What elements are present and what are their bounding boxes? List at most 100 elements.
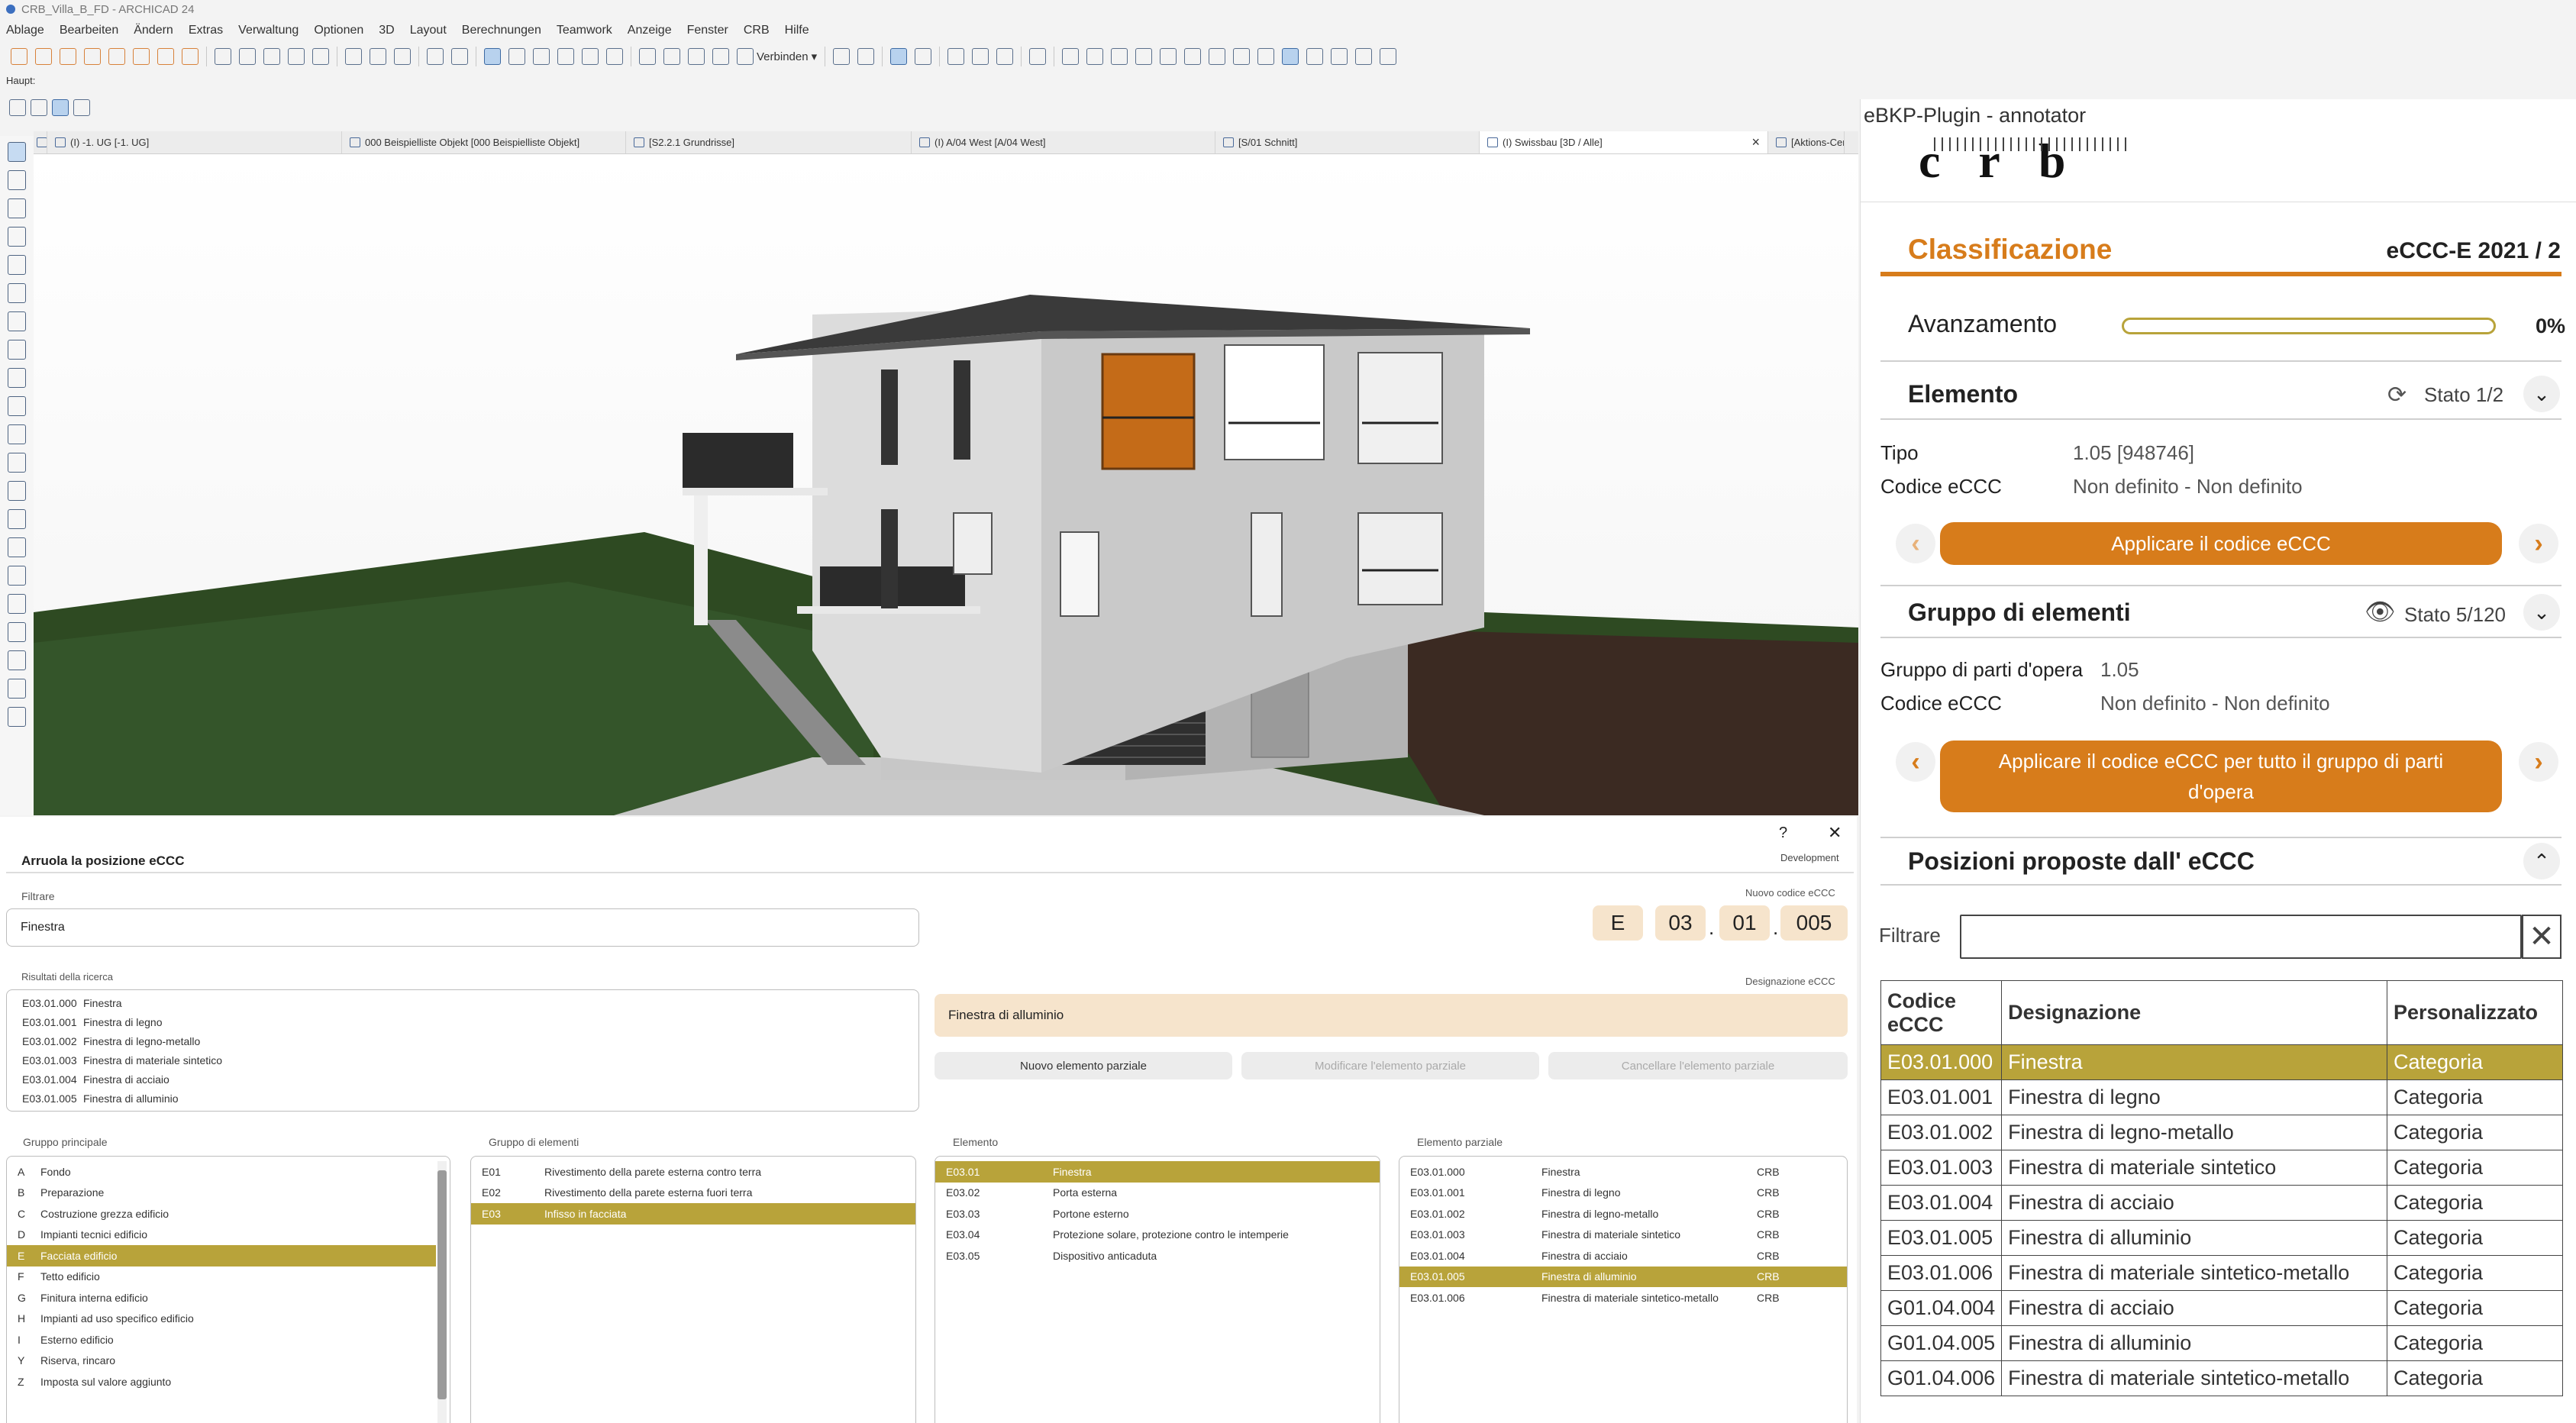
tab-grid[interactable]: [34, 131, 47, 153]
list-item[interactable]: E03.03 Portone esterno: [935, 1203, 1380, 1225]
list-item-selected[interactable]: E03 Infisso in facciata: [471, 1203, 915, 1225]
menu-fenster[interactable]: Fenster: [687, 24, 728, 37]
list-item[interactable]: E03.01.004 Finestra di acciaio: [22, 1070, 918, 1089]
stair-tool-icon[interactable]: [8, 340, 26, 360]
new-file-icon[interactable]: [215, 48, 231, 65]
flag-icon[interactable]: [972, 48, 989, 65]
adjust-icon[interactable]: [688, 48, 705, 65]
view-select-icon[interactable]: [890, 48, 908, 65]
list-item-selected[interactable]: E Facciata edificio: [7, 1245, 436, 1267]
pick-icon[interactable]: [582, 48, 599, 65]
scrollbar[interactable]: [437, 1161, 447, 1423]
trim-icon[interactable]: [639, 48, 656, 65]
list-item[interactable]: E03.01.004 Finestra di acciaio CRB: [1399, 1245, 1847, 1267]
shell-tool-icon[interactable]: [8, 396, 26, 416]
menu-layout[interactable]: Layout: [410, 24, 447, 37]
mesh-tool-icon[interactable]: [8, 594, 26, 614]
column-header-custom[interactable]: Personalizzato: [2387, 980, 2563, 1045]
menu-ablage[interactable]: Ablage: [6, 24, 44, 37]
proposed-filter-input[interactable]: [1960, 915, 2522, 959]
group-icon[interactable]: [833, 48, 851, 65]
list-item[interactable]: C Costruzione grezza edificio: [7, 1203, 450, 1225]
camera-icon[interactable]: [1306, 48, 1324, 65]
zoom-icon[interactable]: [1355, 48, 1373, 65]
code-part-group[interactable]: E: [1593, 905, 1643, 941]
column-tool-icon[interactable]: [8, 255, 26, 275]
connect-menu[interactable]: Verbinden ▾: [737, 48, 817, 65]
window-tool-icon[interactable]: [8, 481, 26, 501]
nav-icon[interactable]: [1233, 48, 1251, 65]
menu-crb[interactable]: CRB: [744, 24, 770, 37]
list-item[interactable]: Z Imposta sul valore aggiunto: [7, 1371, 450, 1392]
scrollbar-thumb[interactable]: [437, 1170, 447, 1399]
menu-hilfe[interactable]: Hilfe: [785, 24, 809, 37]
list-item[interactable]: E03.01.001 Finestra di legno CRB: [1399, 1183, 1847, 1204]
list-item[interactable]: E03.01.002 Finestra di legno-metallo CRB: [1399, 1203, 1847, 1225]
tab-beispielliste[interactable]: 000 Beispielliste Objekt [000 Beispielli…: [342, 131, 626, 153]
code-part-element[interactable]: 01: [1719, 905, 1770, 941]
snap-icon[interactable]: [484, 48, 501, 65]
elevation-icon[interactable]: [1160, 48, 1177, 65]
list-item[interactable]: E03.01.000 Finestra CRB: [1399, 1161, 1847, 1183]
menu-bearbeiten[interactable]: Bearbeiten: [60, 24, 118, 37]
list-item[interactable]: B Preparazione: [7, 1183, 450, 1204]
previous-group-button[interactable]: ‹: [1896, 742, 1935, 782]
list-item-selected[interactable]: E03.01.005 Finestra di alluminio CRB: [1399, 1266, 1847, 1287]
close-tab-icon[interactable]: ×: [1751, 134, 1760, 150]
slab-tool-icon[interactable]: [8, 283, 26, 303]
transform-icon[interactable]: [31, 99, 47, 116]
table-row[interactable]: G01.04.005 Finestra di alluminio Categoria: [1880, 1325, 2563, 1361]
settings-icon[interactable]: [1380, 48, 1397, 65]
object-tool-icon[interactable]: [8, 566, 26, 586]
view3d-icon[interactable]: [1209, 48, 1226, 65]
table-row[interactable]: E03.01.003 Finestra di materiale sintetic…: [1880, 1150, 2563, 1186]
intersect-icon[interactable]: [712, 48, 729, 65]
table-row[interactable]: E03.01.002 Finestra di legno-metallo Categ…: [1880, 1115, 2563, 1150]
table-row[interactable]: E03.01.005 Finestra di alluminio Categoria: [1880, 1220, 2563, 1256]
redo-icon[interactable]: [451, 48, 468, 65]
eye-icon[interactable]: 👁: [2365, 597, 2396, 626]
delete-partial-button[interactable]: Cancellare l'elemento parziale: [1548, 1052, 1848, 1079]
ungroup-icon[interactable]: [857, 48, 875, 65]
next-group-button[interactable]: ›: [2519, 742, 2558, 782]
orbit-icon[interactable]: [1282, 48, 1299, 65]
menu-verwaltung[interactable]: Verwaltung: [238, 24, 299, 37]
list-item[interactable]: E02 Rivestimento della parete esterna fuo…: [471, 1183, 915, 1204]
roof-tool-icon[interactable]: [8, 368, 26, 388]
new-icon[interactable]: [11, 48, 27, 65]
inject-icon[interactable]: [606, 48, 623, 65]
collapse-group-icon[interactable]: ⌄: [2523, 594, 2560, 631]
clear-filter-icon[interactable]: ✕: [2522, 915, 2561, 959]
list-item[interactable]: F Tetto edificio: [7, 1267, 450, 1288]
select-arrow-icon[interactable]: [915, 48, 932, 65]
collapse-element-icon[interactable]: ⌄: [2523, 376, 2560, 412]
save-icon[interactable]: [263, 48, 280, 65]
selected-window[interactable]: [1101, 353, 1196, 470]
apply-code-button[interactable]: Applicare il codice eCCC: [1940, 522, 2502, 565]
table-row-selected[interactable]: E03.01.000 Finestra Categoria: [1880, 1044, 2563, 1080]
next-element-button[interactable]: ›: [2519, 524, 2558, 563]
list-item[interactable]: Y Riserva, rincaro: [7, 1350, 450, 1372]
list-item[interactable]: E03.02 Porta esterna: [935, 1183, 1380, 1204]
beam-tool-icon[interactable]: [8, 311, 26, 331]
house-icon[interactable]: [1086, 48, 1104, 65]
info-icon[interactable]: [108, 48, 125, 65]
undo-icon[interactable]: [427, 48, 444, 65]
filter-input[interactable]: Finestra: [6, 908, 919, 947]
detail-icon[interactable]: [1184, 48, 1202, 65]
table-row[interactable]: E03.01.004 Finestra di acciaio Categoria: [1880, 1185, 2563, 1221]
favorite-icon[interactable]: [557, 48, 574, 65]
table-row[interactable]: E03.01.006 Finestra di materiale sintetic…: [1880, 1255, 2563, 1291]
list-item[interactable]: E03.01.005 Finestra di alluminio: [22, 1089, 918, 1108]
paste-icon[interactable]: [394, 48, 411, 65]
list-item[interactable]: G Finitura interna edificio: [7, 1287, 450, 1308]
layout-icon[interactable]: [60, 48, 76, 65]
list-item[interactable]: E03.04 Protezione solare, protezione cont…: [935, 1225, 1380, 1246]
morph-tool-icon[interactable]: [8, 424, 26, 444]
tab-swissbau[interactable]: (I) Swissbau [3D / Alle] ×: [1480, 131, 1768, 153]
marquee-tool-icon[interactable]: [8, 170, 26, 190]
tab-west[interactable]: (I) A/04 West [A/04 West]: [912, 131, 1215, 153]
list-item[interactable]: D Impianti tecnici edificio: [7, 1225, 450, 1246]
menu-teamwork[interactable]: Teamwork: [557, 24, 612, 37]
grid-icon[interactable]: [508, 48, 525, 65]
